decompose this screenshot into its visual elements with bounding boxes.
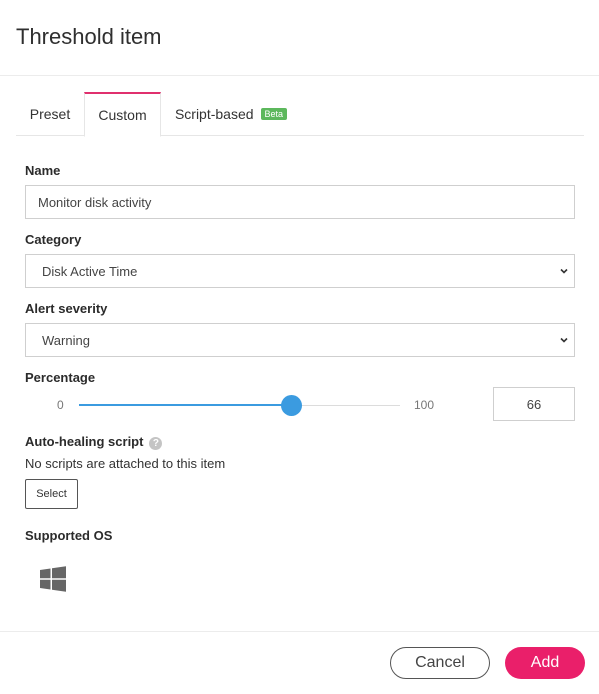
- category-select-value: Disk Active Time: [42, 263, 138, 279]
- percentage-label: Percentage: [25, 370, 96, 385]
- add-button-label: Add: [530, 654, 560, 671]
- tab-preset-label: Preset: [29, 106, 71, 122]
- footer-divider: [0, 631, 599, 632]
- name-input[interactable]: Monitor disk activity: [25, 185, 575, 219]
- slider-min-label: 0: [57, 398, 64, 412]
- severity-label: Alert severity: [25, 301, 108, 316]
- supported-os-label: Supported OS: [25, 528, 113, 543]
- severity-select[interactable]: Warning: [25, 323, 575, 357]
- percentage-input-value: 66: [526, 396, 542, 412]
- cancel-button[interactable]: Cancel: [390, 647, 490, 679]
- tab-custom[interactable]: Custom: [84, 92, 161, 137]
- auto-healing-label: Auto-healing script: [25, 434, 144, 449]
- auto-healing-label-row: Auto-healing script?: [25, 434, 163, 450]
- slider-max-label: 100: [414, 398, 435, 412]
- question-circle-icon[interactable]: ?: [149, 437, 163, 450]
- percentage-input[interactable]: 66: [493, 387, 575, 421]
- select-script-button-label: Select: [36, 488, 67, 500]
- dialog-title: Threshold item: [16, 24, 162, 49]
- cancel-button-label: Cancel: [415, 654, 465, 671]
- tab-script-based-label: Script-based: [174, 106, 254, 122]
- tab-preset[interactable]: Preset: [16, 92, 84, 136]
- category-select[interactable]: Disk Active Time: [25, 254, 575, 288]
- dialog-header: Threshold item: [0, 0, 599, 76]
- windows-icon: [40, 566, 66, 592]
- chevron-down-icon: [560, 337, 568, 343]
- select-script-button[interactable]: Select: [25, 479, 78, 509]
- tab-script-based[interactable]: Script-based Beta: [168, 92, 294, 136]
- name-input-value: Monitor disk activity: [38, 194, 152, 210]
- category-label: Category: [25, 232, 82, 247]
- severity-select-value: Warning: [42, 332, 90, 348]
- add-button[interactable]: Add: [505, 647, 585, 679]
- slider-fill: [79, 404, 291, 406]
- no-scripts-text: No scripts are attached to this item: [25, 456, 226, 471]
- tab-custom-label: Custom: [98, 107, 147, 123]
- name-label: Name: [25, 163, 61, 178]
- slider-thumb[interactable]: [281, 395, 302, 416]
- chevron-down-icon: [560, 268, 568, 274]
- percentage-slider[interactable]: [79, 395, 400, 416]
- tab-bar: Preset Custom Script-based Beta: [16, 92, 584, 137]
- beta-badge: Beta: [260, 108, 288, 120]
